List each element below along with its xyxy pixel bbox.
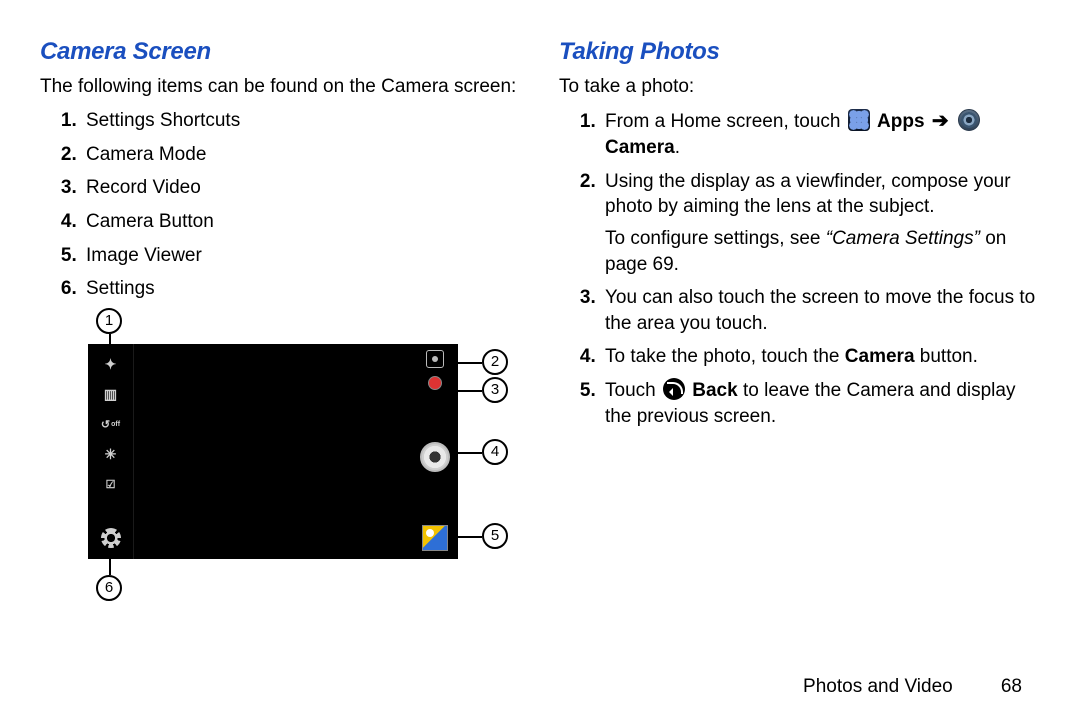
callout-circle: 3 — [482, 377, 508, 403]
callout-circle: 5 — [482, 523, 508, 549]
callout-circle: 4 — [482, 439, 508, 465]
heading-camera-screen: Camera Screen — [40, 38, 521, 66]
footer-page-number: 68 — [976, 676, 1022, 698]
legend-item: Camera Button — [82, 209, 521, 235]
step-text: To take the photo, touch the — [605, 346, 845, 367]
shortcut-icon: ✳ — [97, 443, 125, 467]
step-item: From a Home screen, touch Apps ➔ Camera. — [601, 108, 1040, 161]
camera-mode-icon — [426, 350, 444, 368]
callout-circle: 6 — [96, 575, 122, 601]
heading-taking-photos: Taking Photos — [559, 38, 1040, 66]
camera-app-icon — [958, 109, 980, 131]
callout-lead — [458, 452, 482, 454]
apps-label: Apps — [877, 111, 925, 132]
shortcut-icon: ☑ — [97, 473, 125, 497]
step-text: Touch — [605, 380, 661, 401]
settings-gear-icon — [97, 526, 125, 550]
taking-photos-steps: From a Home screen, touch Apps ➔ Camera.… — [573, 108, 1040, 429]
intro-text: The following items can be found on the … — [40, 76, 521, 98]
intro-text: To take a photo: — [559, 76, 1040, 98]
settings-shortcuts-strip: ✦ ▥ ↺off ✳ ☑ — [88, 344, 134, 559]
legend-item: Record Video — [82, 175, 521, 201]
step-item: To take the photo, touch the Camera butt… — [601, 344, 1040, 370]
arrow-right-icon: ➔ — [930, 110, 951, 132]
step-item: You can also touch the screen to move th… — [601, 285, 1040, 336]
right-controls-strip — [412, 344, 458, 559]
image-viewer-thumbnail-icon — [422, 525, 448, 551]
callout-lead — [109, 334, 111, 344]
record-video-icon — [428, 376, 442, 390]
step-item: Touch Back to leave the Camera and displ… — [601, 378, 1040, 429]
back-label: Back — [692, 380, 737, 401]
camera-shutter-button-icon — [420, 442, 450, 472]
camera-screen-diagram: 1 ✦ ▥ ↺off ✳ ☑ — [58, 314, 498, 624]
step-text: From a Home screen, touch — [605, 111, 846, 132]
camera-button-label: Camera — [845, 346, 915, 367]
callout-lead — [458, 536, 482, 538]
step-item: Using the display as a viewfinder, compo… — [601, 169, 1040, 278]
callout-circle: 1 — [96, 308, 122, 334]
callout-lead — [458, 390, 482, 392]
shortcut-icon: ▥ — [97, 383, 125, 407]
apps-grid-icon — [848, 109, 870, 131]
punct: . — [675, 137, 680, 158]
right-column: Taking Photos To take a photo: From a Ho… — [559, 38, 1040, 624]
camera-label: Camera — [605, 137, 675, 158]
legend-item: Settings — [82, 276, 521, 302]
callout-circle: 2 — [482, 349, 508, 375]
legend-item: Image Viewer — [82, 243, 521, 269]
camera-screenshot: ✦ ▥ ↺off ✳ ☑ — [88, 344, 458, 559]
page-footer: Photos and Video 68 — [803, 676, 1022, 698]
legend-item: Settings Shortcuts — [82, 108, 521, 134]
step-text: button. — [915, 346, 978, 367]
subtext: To configure settings, see — [605, 228, 826, 249]
legend-item: Camera Mode — [82, 142, 521, 168]
shortcut-icon: ✦ — [97, 353, 125, 377]
camera-screen-legend-list: Settings Shortcuts Camera Mode Record Vi… — [54, 108, 521, 302]
shortcut-icon: ↺off — [97, 413, 125, 437]
back-icon — [663, 378, 685, 400]
footer-section: Photos and Video — [803, 676, 953, 697]
callout-lead — [109, 559, 111, 575]
step-text: Using the display as a viewfinder, compo… — [605, 171, 1011, 218]
step-subtext: To configure settings, see “Camera Setti… — [605, 226, 1040, 277]
reference-link-text: “Camera Settings” — [826, 228, 980, 249]
manual-page: Camera Screen The following items can be… — [0, 0, 1080, 634]
callout-lead — [458, 362, 482, 364]
left-column: Camera Screen The following items can be… — [40, 38, 521, 624]
